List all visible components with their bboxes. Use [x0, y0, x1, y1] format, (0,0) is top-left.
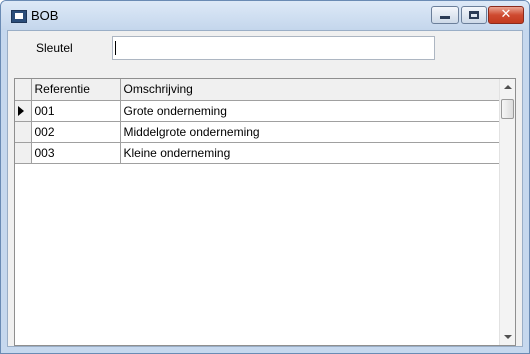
grid-table: Referentie Omschrijving 001 Grote ondern…	[15, 79, 502, 164]
grid-header-row: Referentie Omschrijving	[15, 79, 502, 101]
header-indicator-cell	[15, 79, 32, 101]
maximize-icon	[469, 11, 479, 19]
cell-omschrijving[interactable]: Middelgrote onderneming	[120, 121, 502, 143]
close-icon: ✕	[500, 7, 512, 22]
minimize-button[interactable]	[431, 6, 459, 24]
minimize-icon	[440, 16, 450, 19]
cell-referentie[interactable]: 003	[31, 142, 121, 164]
window-title: BOB	[31, 8, 59, 23]
table-row[interactable]: 001 Grote onderneming	[15, 100, 502, 122]
row-indicator-cell[interactable]	[15, 100, 32, 122]
data-grid[interactable]: Referentie Omschrijving 001 Grote ondern…	[14, 78, 516, 346]
window-client-area: Sleutel Referentie Omschrijving 001 Grot…	[7, 30, 523, 347]
cell-referentie[interactable]: 002	[31, 121, 121, 143]
row-pointer-icon	[18, 105, 24, 116]
scroll-down-icon[interactable]	[504, 335, 512, 339]
title-bar[interactable]: BOB ✕	[1, 1, 529, 30]
column-header-omschrijving[interactable]: Omschrijving	[120, 79, 502, 101]
search-input[interactable]	[112, 36, 435, 60]
table-row[interactable]: 003 Kleine onderneming	[15, 142, 502, 164]
cell-referentie[interactable]: 001	[31, 100, 121, 122]
main-window: BOB ✕ Sleutel Referentie Omschrijving 00…	[0, 0, 530, 354]
cell-omschrijving[interactable]: Grote onderneming	[120, 100, 502, 122]
row-indicator-cell[interactable]	[15, 142, 32, 164]
scrollbar-thumb[interactable]	[501, 99, 514, 119]
search-label: Sleutel	[36, 41, 73, 55]
vertical-scrollbar[interactable]	[499, 79, 515, 345]
text-caret	[115, 41, 116, 55]
column-header-referentie[interactable]: Referentie	[31, 79, 121, 101]
cell-omschrijving[interactable]: Kleine onderneming	[120, 142, 502, 164]
app-window-icon	[11, 10, 27, 23]
table-row[interactable]: 002 Middelgrote onderneming	[15, 121, 502, 143]
row-indicator-cell[interactable]	[15, 121, 32, 143]
scroll-up-icon[interactable]	[504, 85, 512, 89]
maximize-button[interactable]	[461, 6, 487, 24]
close-button[interactable]: ✕	[488, 6, 524, 24]
